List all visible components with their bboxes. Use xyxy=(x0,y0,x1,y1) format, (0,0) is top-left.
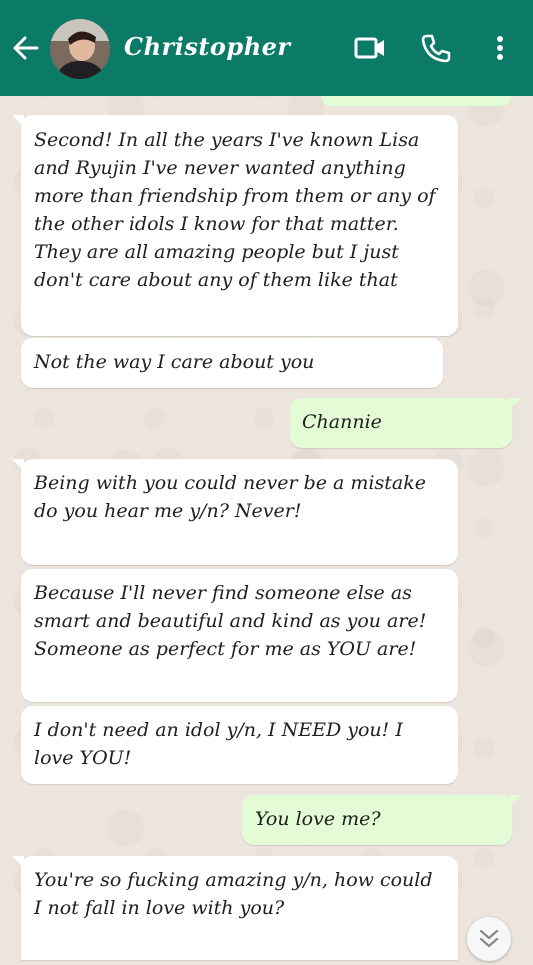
more-vert-icon[interactable] xyxy=(482,30,518,66)
message-bubble-incoming[interactable]: You're so fucking amazing y/n, how could… xyxy=(12,856,458,960)
message-bubble-outgoing[interactable]: You love me? xyxy=(242,795,521,845)
double-chevron-down-icon xyxy=(479,929,499,948)
message-text: Being with you could never be a mistake … xyxy=(34,472,426,522)
avatar[interactable] xyxy=(50,19,110,79)
message-text: I don't need an idol y/n, I NEED you! I … xyxy=(34,719,403,769)
video-call-icon[interactable] xyxy=(352,30,388,66)
back-arrow-icon[interactable] xyxy=(10,31,40,65)
previous-outgoing-bubble-edge xyxy=(321,96,511,106)
scroll-to-bottom-button[interactable] xyxy=(467,917,511,961)
message-text: Not the way I care about you xyxy=(34,351,315,373)
message-bubble-incoming[interactable]: Because I'll never find someone else as … xyxy=(21,569,458,702)
message-bubble-incoming[interactable]: Second! In all the years I've known Lisa… xyxy=(12,115,458,336)
message-text: You're so fucking amazing y/n, how could… xyxy=(34,869,433,919)
chat-header: Christopher xyxy=(0,0,533,96)
message-bubble-outgoing[interactable]: Channie xyxy=(290,398,521,448)
message-text: Because I'll never find someone else as … xyxy=(34,582,427,660)
message-bubble-incoming[interactable]: Being with you could never be a mistake … xyxy=(12,459,458,565)
message-bubble-incoming[interactable]: I don't need an idol y/n, I NEED you! I … xyxy=(21,706,458,784)
message-text: Channie xyxy=(302,411,382,433)
voice-call-icon[interactable] xyxy=(418,30,454,66)
contact-name[interactable]: Christopher xyxy=(124,32,291,61)
message-text: Second! In all the years I've known Lisa… xyxy=(34,129,436,291)
message-bubble-incoming[interactable]: Not the way I care about you xyxy=(21,338,443,388)
message-text: You love me? xyxy=(255,808,381,830)
